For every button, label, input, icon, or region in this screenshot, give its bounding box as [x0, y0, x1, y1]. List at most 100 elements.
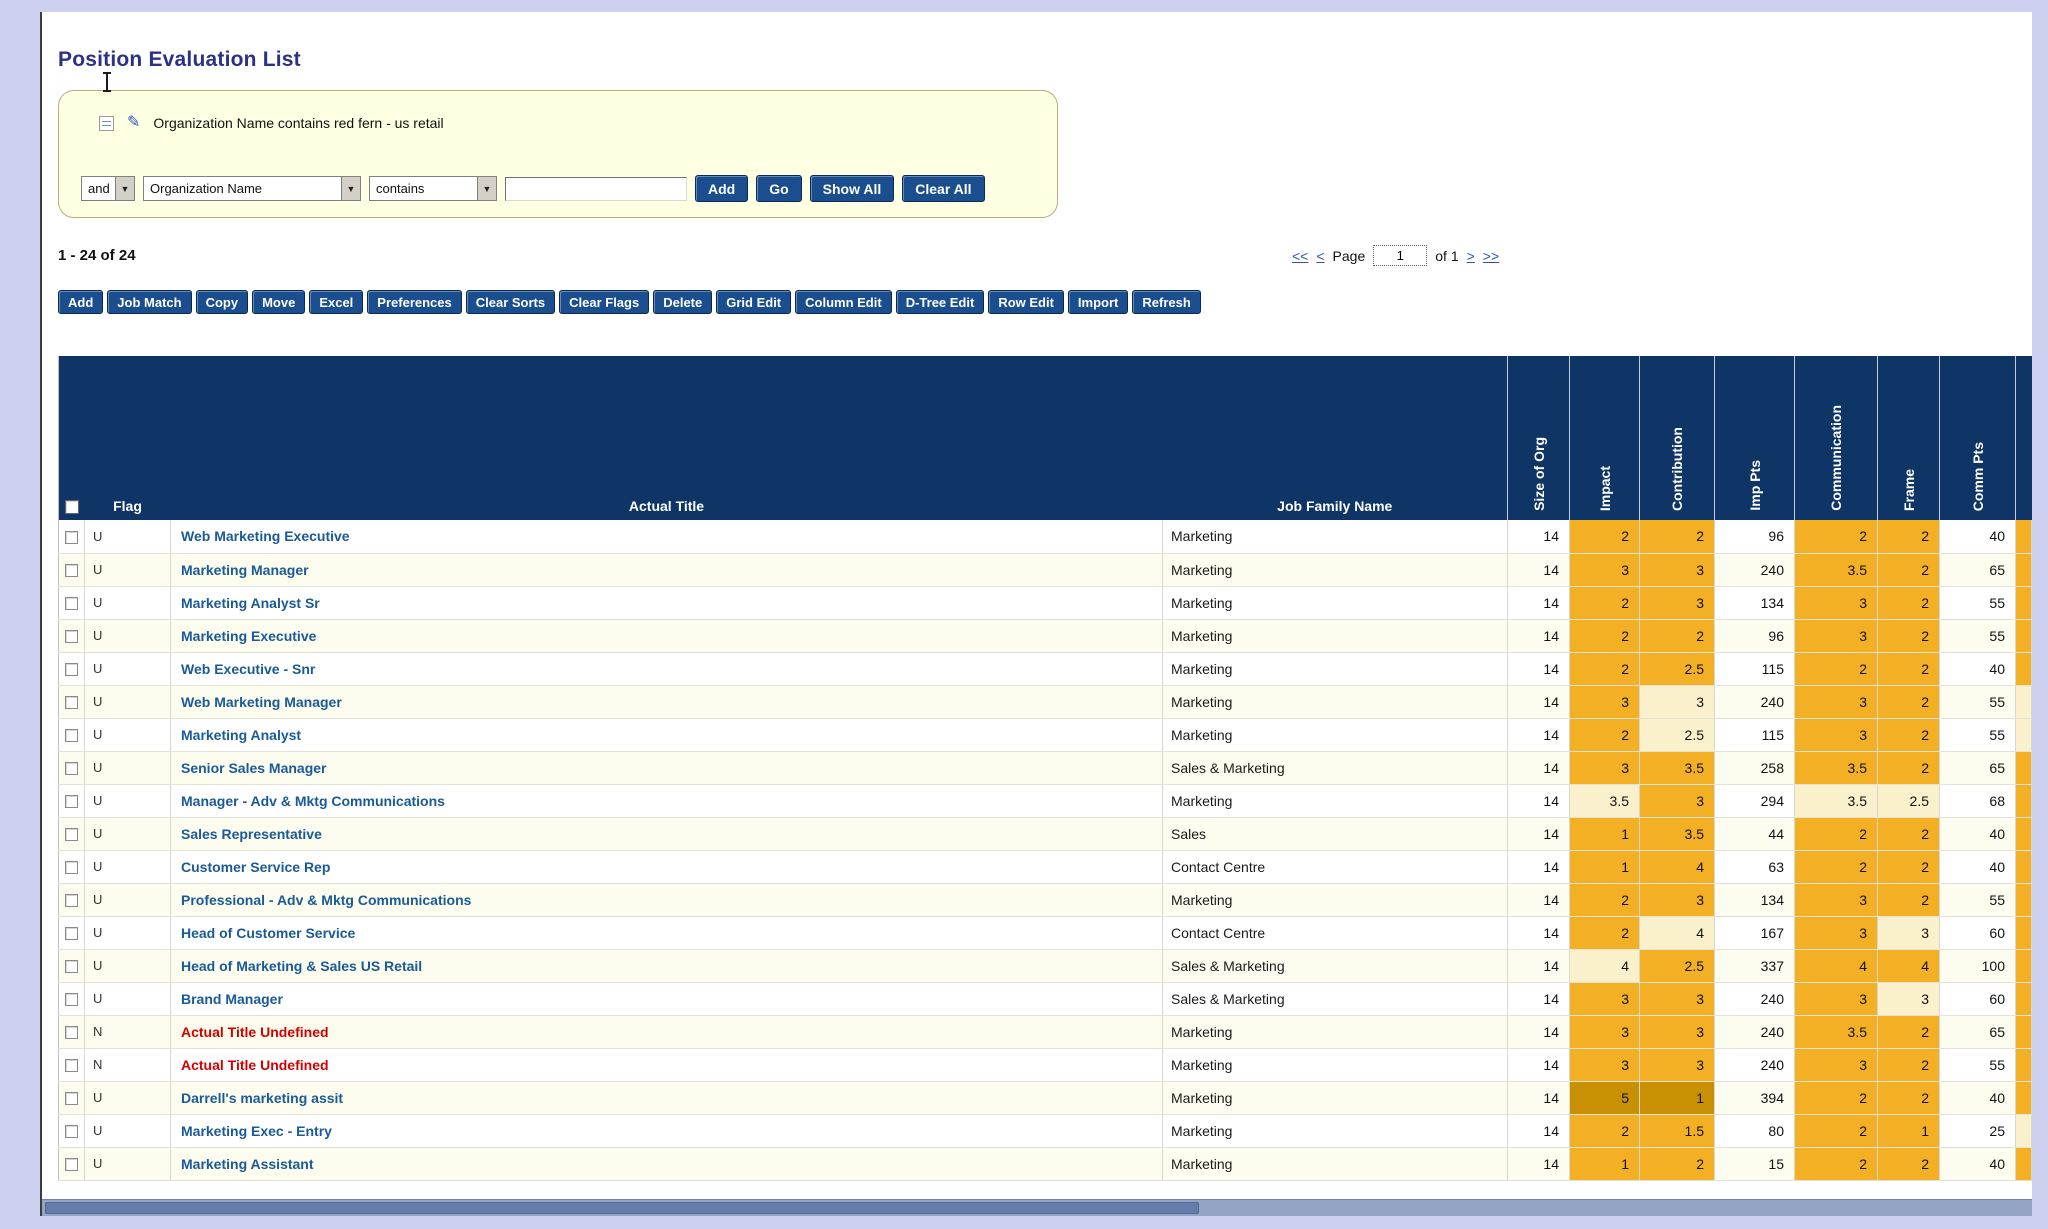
- actual-title-link[interactable]: Marketing Manager: [171, 553, 1163, 586]
- actual-title-link[interactable]: Head of Customer Service: [171, 916, 1163, 949]
- clear-all-button[interactable]: Clear All: [902, 175, 984, 202]
- actual-title-link[interactable]: Web Executive - Snr: [171, 652, 1163, 685]
- row-checkbox[interactable]: [65, 1158, 78, 1171]
- actual-title-link[interactable]: Brand Manager: [171, 982, 1163, 1015]
- row-checkbox[interactable]: [65, 564, 78, 577]
- comm-pts-cell: 25: [1940, 1114, 2016, 1147]
- last-page-link[interactable]: >>: [1483, 248, 1499, 264]
- boolean-operator-select[interactable]: and ▼: [81, 176, 135, 201]
- toolbar-button-import[interactable]: Import: [1068, 290, 1128, 314]
- horizontal-scrollbar[interactable]: [42, 1199, 2032, 1216]
- actual-title-link[interactable]: Actual Title Undefined: [171, 1048, 1163, 1081]
- next-page-link[interactable]: >: [1467, 248, 1475, 264]
- column-header-communication[interactable]: Communication: [1795, 356, 1878, 520]
- actual-title-link[interactable]: Darrell's marketing assit: [171, 1081, 1163, 1114]
- row-checkbox[interactable]: [65, 1026, 78, 1039]
- row-checkbox[interactable]: [65, 762, 78, 775]
- communication-cell: 3: [1795, 916, 1878, 949]
- row-checkbox[interactable]: [65, 927, 78, 940]
- toolbar-button-row-edit[interactable]: Row Edit: [988, 290, 1064, 314]
- row-checkbox-cell: [59, 685, 85, 718]
- actual-title-link[interactable]: Web Marketing Executive: [171, 520, 1163, 553]
- actual-title-link[interactable]: Marketing Exec - Entry: [171, 1114, 1163, 1147]
- toolbar-button-add[interactable]: Add: [58, 290, 103, 314]
- toolbar-button-column-edit[interactable]: Column Edit: [795, 290, 892, 314]
- column-header-actual-title[interactable]: Actual Title: [171, 356, 1163, 520]
- scrollbar-thumb[interactable]: [45, 1202, 1199, 1214]
- job-family-cell: Sales & Marketing: [1163, 949, 1508, 982]
- filter-add-button[interactable]: Add: [695, 175, 748, 202]
- toolbar-button-clear-flags[interactable]: Clear Flags: [559, 290, 649, 314]
- content-panel: Position Evaluation List ✎ Organization …: [40, 12, 2032, 1216]
- row-checkbox[interactable]: [65, 861, 78, 874]
- first-page-link[interactable]: <<: [1292, 248, 1308, 264]
- row-checkbox[interactable]: [65, 795, 78, 808]
- edit-filter-icon[interactable]: ✎: [127, 115, 140, 131]
- filter-value-input[interactable]: [505, 177, 687, 201]
- size-of-org-cell: 14: [1508, 1114, 1570, 1147]
- toolbar-button-move[interactable]: Move: [252, 290, 305, 314]
- row-checkbox[interactable]: [65, 1125, 78, 1138]
- select-all-checkbox[interactable]: [65, 500, 79, 514]
- row-checkbox[interactable]: [65, 828, 78, 841]
- actual-title-link[interactable]: Head of Marketing & Sales US Retail: [171, 949, 1163, 982]
- actual-title-link[interactable]: Marketing Analyst Sr: [171, 586, 1163, 619]
- table-row: UHead of Marketing & Sales US RetailSale…: [59, 949, 2032, 982]
- job-family-cell: Marketing: [1163, 520, 1508, 553]
- filter-go-button[interactable]: Go: [756, 175, 801, 202]
- actual-title-link[interactable]: Sales Representative: [171, 817, 1163, 850]
- actual-title-link[interactable]: Senior Sales Manager: [171, 751, 1163, 784]
- comm-pts-cell: 55: [1940, 1048, 2016, 1081]
- row-checkbox[interactable]: [65, 1092, 78, 1105]
- clipped-cell: [2016, 1015, 2032, 1048]
- actual-title-link[interactable]: Marketing Analyst: [171, 718, 1163, 751]
- imp-pts-cell: 337: [1715, 949, 1795, 982]
- filter-summary-text: Organization Name contains red fern - us…: [153, 115, 443, 131]
- filter-operator-select[interactable]: contains ▼: [369, 176, 497, 201]
- show-all-button[interactable]: Show All: [810, 175, 895, 202]
- actual-title-link[interactable]: Web Marketing Manager: [171, 685, 1163, 718]
- actual-title-link[interactable]: Marketing Executive: [171, 619, 1163, 652]
- column-header-contribution[interactable]: Contribution: [1640, 356, 1715, 520]
- actual-title-link[interactable]: Manager - Adv & Mktg Communications: [171, 784, 1163, 817]
- column-header-imp-pts[interactable]: Imp Pts: [1715, 356, 1795, 520]
- column-header-job-family-name[interactable]: Job Family Name: [1163, 356, 1508, 520]
- row-checkbox[interactable]: [65, 696, 78, 709]
- actual-title-link[interactable]: Actual Title Undefined: [171, 1015, 1163, 1048]
- toolbar-button-grid-edit[interactable]: Grid Edit: [716, 290, 791, 314]
- row-checkbox[interactable]: [65, 1059, 78, 1072]
- column-header-comm-pts[interactable]: Comm Pts: [1940, 356, 2016, 520]
- size-of-org-cell: 14: [1508, 1048, 1570, 1081]
- flag-cell: U: [85, 883, 171, 916]
- row-checkbox[interactable]: [65, 960, 78, 973]
- toolbar-button-copy[interactable]: Copy: [196, 290, 249, 314]
- toolbar-button-clear-sorts[interactable]: Clear Sorts: [466, 290, 555, 314]
- page-number-input[interactable]: [1373, 245, 1427, 266]
- column-header-impact[interactable]: Impact: [1570, 356, 1640, 520]
- frame-cell: 2: [1878, 1081, 1940, 1114]
- collapse-filter-icon[interactable]: [99, 116, 114, 131]
- actual-title-link[interactable]: Customer Service Rep: [171, 850, 1163, 883]
- row-checkbox[interactable]: [65, 993, 78, 1006]
- row-checkbox-cell: [59, 817, 85, 850]
- column-header-flag[interactable]: Flag: [85, 356, 171, 520]
- actual-title-link[interactable]: Marketing Assistant: [171, 1147, 1163, 1180]
- toolbar-button-excel[interactable]: Excel: [309, 290, 363, 314]
- row-checkbox[interactable]: [65, 531, 78, 544]
- row-checkbox[interactable]: [65, 663, 78, 676]
- toolbar-button-job-match[interactable]: Job Match: [107, 290, 191, 314]
- column-header-size-of-org[interactable]: Size of Org: [1508, 356, 1570, 520]
- column-header-frame[interactable]: Frame: [1878, 356, 1940, 520]
- row-checkbox[interactable]: [65, 597, 78, 610]
- toolbar-button-refresh[interactable]: Refresh: [1132, 290, 1200, 314]
- toolbar-button-d-tree-edit[interactable]: D-Tree Edit: [896, 290, 985, 314]
- toolbar-button-delete[interactable]: Delete: [653, 290, 712, 314]
- actual-title-link[interactable]: Professional - Adv & Mktg Communications: [171, 883, 1163, 916]
- row-checkbox[interactable]: [65, 894, 78, 907]
- row-checkbox[interactable]: [65, 630, 78, 643]
- toolbar-button-preferences[interactable]: Preferences: [367, 290, 461, 314]
- prev-page-link[interactable]: <: [1316, 248, 1324, 264]
- row-checkbox[interactable]: [65, 729, 78, 742]
- filter-field-select[interactable]: Organization Name ▼: [143, 176, 361, 201]
- clipped-cell: [2016, 553, 2032, 586]
